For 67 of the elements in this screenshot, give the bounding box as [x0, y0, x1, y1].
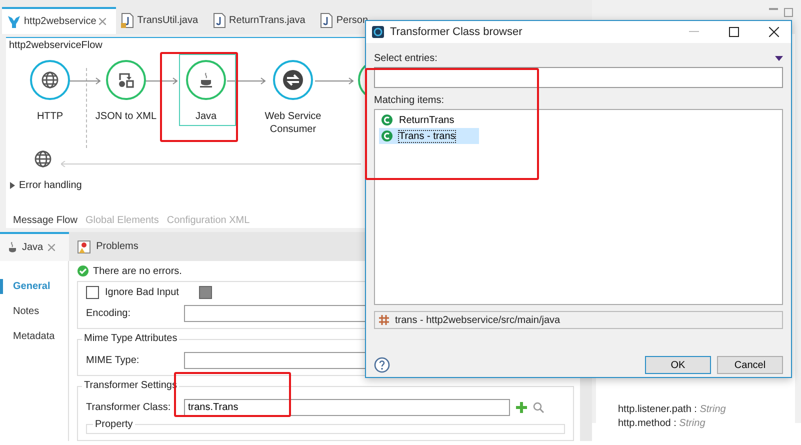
- checkbox-label: Ignore Bad Input: [105, 287, 179, 298]
- group-title: Mime Type Attributes: [82, 333, 180, 344]
- node-label: Web Service Consumer: [264, 110, 322, 136]
- list-label: Matching items:: [374, 95, 444, 106]
- editor-tab[interactable]: http2webservice: [2, 7, 116, 34]
- transformer-class-field[interactable]: trans.Trans: [184, 399, 510, 416]
- flow-name: http2webserviceFlow: [9, 40, 102, 51]
- flow-node[interactable]: [106, 60, 146, 100]
- coffee-cup-icon: [8, 242, 17, 254]
- node-label: JSON to XML: [94, 110, 158, 123]
- exchange-icon: [282, 69, 304, 91]
- java-file-icon: [320, 13, 334, 28]
- field-label: Encoding:: [86, 308, 132, 319]
- search-icon[interactable]: [533, 402, 544, 413]
- package-path: trans - http2webservice/src/main/java: [395, 314, 560, 326]
- nav-item[interactable]: Metadata: [0, 329, 68, 344]
- close-icon[interactable]: [769, 27, 779, 37]
- check-icon: [77, 265, 89, 277]
- dialog-button[interactable]: OK: [645, 356, 711, 374]
- node-label: HTTP: [36, 110, 64, 123]
- mule-icon: [7, 14, 21, 28]
- status-message: There are no errors.: [93, 266, 182, 276]
- flow-node[interactable]: [30, 60, 70, 100]
- list-item[interactable]: ReturnTrans: [379, 112, 479, 128]
- flow-node[interactable]: [273, 60, 313, 100]
- java-file-icon: [213, 13, 226, 28]
- maximize-icon[interactable]: [729, 27, 739, 37]
- expand-icon[interactable]: [10, 182, 15, 189]
- view-tab[interactable]: Message Flow: [13, 212, 78, 228]
- field-label: Transformer Class:: [86, 402, 172, 413]
- field-label: MIME Type:: [86, 355, 140, 366]
- connector-arrow: [315, 77, 355, 85]
- coffee-cup-icon: [199, 72, 213, 88]
- transform-icon: [117, 71, 135, 89]
- dropdown-icon[interactable]: [775, 56, 783, 61]
- editor-tab[interactable]: TransUtil.java: [116, 7, 208, 34]
- globe-icon: [34, 150, 52, 168]
- flow-node[interactable]: [186, 60, 226, 100]
- nav-item[interactable]: General: [0, 279, 68, 294]
- panel-tab[interactable]: Java: [0, 232, 70, 261]
- add-icon[interactable]: [516, 402, 527, 413]
- package-icon: [379, 315, 389, 325]
- property-item: http.method : String: [618, 418, 706, 429]
- editor-tab[interactable]: Person: [315, 7, 378, 34]
- problems-icon: [77, 240, 92, 254]
- connector-arrow: [227, 77, 267, 85]
- app-icon: [372, 26, 384, 38]
- class-icon: [381, 130, 393, 142]
- globe-icon: [41, 71, 59, 89]
- java-file-icon: [121, 13, 134, 28]
- list-item[interactable]: Trans - trans: [379, 128, 479, 144]
- node-label: Java: [194, 110, 218, 123]
- help-icon[interactable]: [374, 357, 390, 373]
- nav-item[interactable]: Notes: [0, 304, 68, 319]
- connector-arrow: [143, 77, 179, 85]
- panel-tab[interactable]: Problems: [69, 232, 152, 261]
- group-title: Property: [93, 419, 135, 430]
- dialog-button[interactable]: Cancel: [717, 356, 783, 374]
- expression-icon[interactable]: [198, 286, 212, 299]
- field-label: Select entries:: [374, 53, 438, 64]
- error-handling-label[interactable]: Error handling: [19, 180, 82, 191]
- editor-tab[interactable]: ReturnTrans.java: [208, 7, 316, 34]
- dialog-title: Transformer Class browser: [390, 26, 522, 38]
- filter-field[interactable]: [374, 67, 783, 88]
- class-icon: [381, 114, 393, 126]
- checkbox[interactable]: [86, 286, 99, 299]
- property-item: http.listener.path : String: [618, 404, 727, 415]
